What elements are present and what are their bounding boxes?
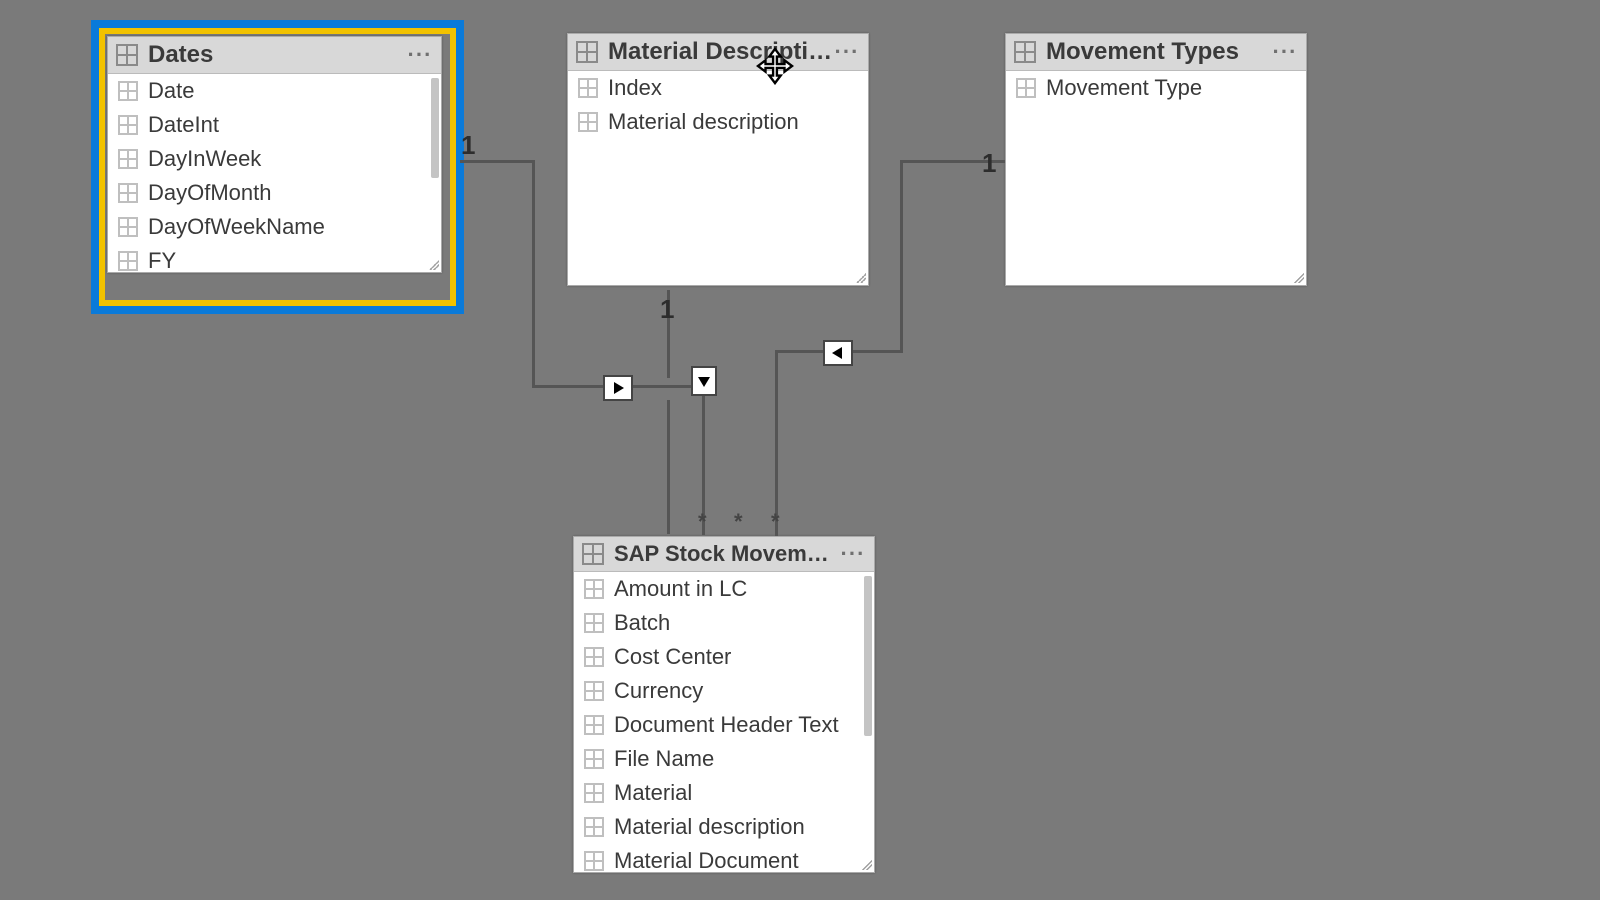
field-label: DayInWeek [148, 146, 261, 172]
field-row[interactable]: FY [108, 244, 441, 272]
table-icon [576, 41, 598, 63]
table-card-material[interactable]: Material Description ··· Index Material … [567, 33, 869, 286]
table-menu-icon[interactable]: ··· [1272, 47, 1298, 57]
resize-grip-icon[interactable] [429, 260, 439, 270]
field-label: Material description [614, 814, 805, 840]
scrollbar-thumb[interactable] [864, 576, 872, 736]
field-row[interactable]: Amount in LC [574, 572, 874, 606]
resize-grip-icon[interactable] [856, 273, 866, 283]
field-label: Document Header Text [614, 712, 839, 738]
table-body-sap: Amount in LC Batch Cost Center Currency … [574, 572, 874, 872]
field-row[interactable]: DateInt [108, 108, 441, 142]
field-label: FY [148, 248, 176, 272]
table-title: Material Description [608, 38, 834, 66]
table-header-material[interactable]: Material Description ··· [568, 34, 868, 71]
field-icon [1016, 78, 1036, 98]
field-row[interactable]: Document Header Text [574, 708, 874, 742]
table-icon [116, 44, 138, 66]
field-label: Index [608, 75, 662, 101]
filter-direction-arrow-icon [823, 340, 853, 366]
relationship-line[interactable] [532, 160, 535, 388]
field-icon [584, 681, 604, 701]
field-label: DayOfMonth [148, 180, 272, 206]
model-canvas[interactable]: { "tables": { "dates": { "title": "Dates… [0, 0, 1600, 900]
cardinality-one-label: 1 [461, 130, 475, 161]
table-body-material: Index Material description [568, 71, 868, 285]
resize-grip-icon[interactable] [1294, 273, 1304, 283]
table-card-dates[interactable]: Dates ··· Date DateInt DayInWeek DayOfMo… [107, 36, 442, 273]
field-label: Material description [608, 109, 799, 135]
field-row[interactable]: Date [108, 74, 441, 108]
field-label: Currency [614, 678, 703, 704]
field-icon [584, 579, 604, 599]
table-header-sap[interactable]: SAP Stock Movements ··· [574, 537, 874, 572]
field-icon [118, 183, 138, 203]
field-icon [118, 251, 138, 271]
table-body-dates: Date DateInt DayInWeek DayOfMonth DayOfW… [108, 74, 441, 272]
relationship-line[interactable] [900, 160, 903, 352]
field-label: Material [614, 780, 692, 806]
field-icon [118, 149, 138, 169]
field-row[interactable]: Material description [574, 810, 874, 844]
field-row[interactable]: Movement Type [1006, 71, 1306, 105]
field-icon [578, 112, 598, 132]
field-icon [584, 817, 604, 837]
field-row[interactable]: Batch [574, 606, 874, 640]
field-label: Material Document [614, 848, 799, 872]
field-row[interactable]: Index [568, 71, 868, 105]
field-row[interactable]: DayInWeek [108, 142, 441, 176]
field-icon [584, 783, 604, 803]
table-body-movement: Movement Type [1006, 71, 1306, 285]
field-label: File Name [614, 746, 714, 772]
field-icon [584, 851, 604, 871]
field-row[interactable]: DayOfWeekName [108, 210, 441, 244]
field-row[interactable]: Material description [568, 105, 868, 139]
scrollbar-thumb[interactable] [431, 78, 439, 178]
field-label: Date [148, 78, 194, 104]
field-icon [118, 115, 138, 135]
filter-direction-arrow-icon [691, 366, 717, 396]
table-card-sap[interactable]: SAP Stock Movements ··· Amount in LC Bat… [573, 536, 875, 873]
table-header-movement[interactable]: Movement Types ··· [1006, 34, 1306, 71]
field-icon [578, 78, 598, 98]
resize-grip-icon[interactable] [862, 860, 872, 870]
table-menu-icon[interactable]: ··· [840, 549, 866, 559]
cardinality-many-label: * [698, 509, 707, 535]
cardinality-many-label: * [734, 509, 743, 535]
field-label: DateInt [148, 112, 219, 138]
field-icon [584, 749, 604, 769]
table-card-movement[interactable]: Movement Types ··· Movement Type [1005, 33, 1307, 286]
field-label: Amount in LC [614, 576, 747, 602]
table-title: Movement Types [1046, 38, 1272, 66]
cardinality-many-label: * [771, 509, 780, 535]
field-label: Cost Center [614, 644, 731, 670]
cardinality-one-label: 1 [982, 148, 996, 179]
field-row[interactable]: DayOfMonth [108, 176, 441, 210]
field-icon [118, 81, 138, 101]
table-title: Dates [148, 41, 407, 69]
filter-direction-arrow-icon [603, 375, 633, 401]
field-row[interactable]: File Name [574, 742, 874, 776]
table-header-dates[interactable]: Dates ··· [108, 37, 441, 74]
table-icon [1014, 41, 1036, 63]
field-row[interactable]: Material Document [574, 844, 874, 872]
field-row[interactable]: Cost Center [574, 640, 874, 674]
field-icon [584, 613, 604, 633]
relationship-line[interactable] [667, 400, 670, 534]
field-icon [118, 217, 138, 237]
table-menu-icon[interactable]: ··· [834, 47, 860, 57]
field-icon [584, 715, 604, 735]
field-label: Movement Type [1046, 75, 1202, 101]
table-title: SAP Stock Movements [614, 541, 840, 567]
cardinality-one-label: 1 [660, 294, 674, 325]
field-label: Batch [614, 610, 670, 636]
field-label: DayOfWeekName [148, 214, 325, 240]
table-icon [582, 543, 604, 565]
field-row[interactable]: Currency [574, 674, 874, 708]
table-menu-icon[interactable]: ··· [407, 50, 433, 60]
field-icon [584, 647, 604, 667]
field-row[interactable]: Material [574, 776, 874, 810]
